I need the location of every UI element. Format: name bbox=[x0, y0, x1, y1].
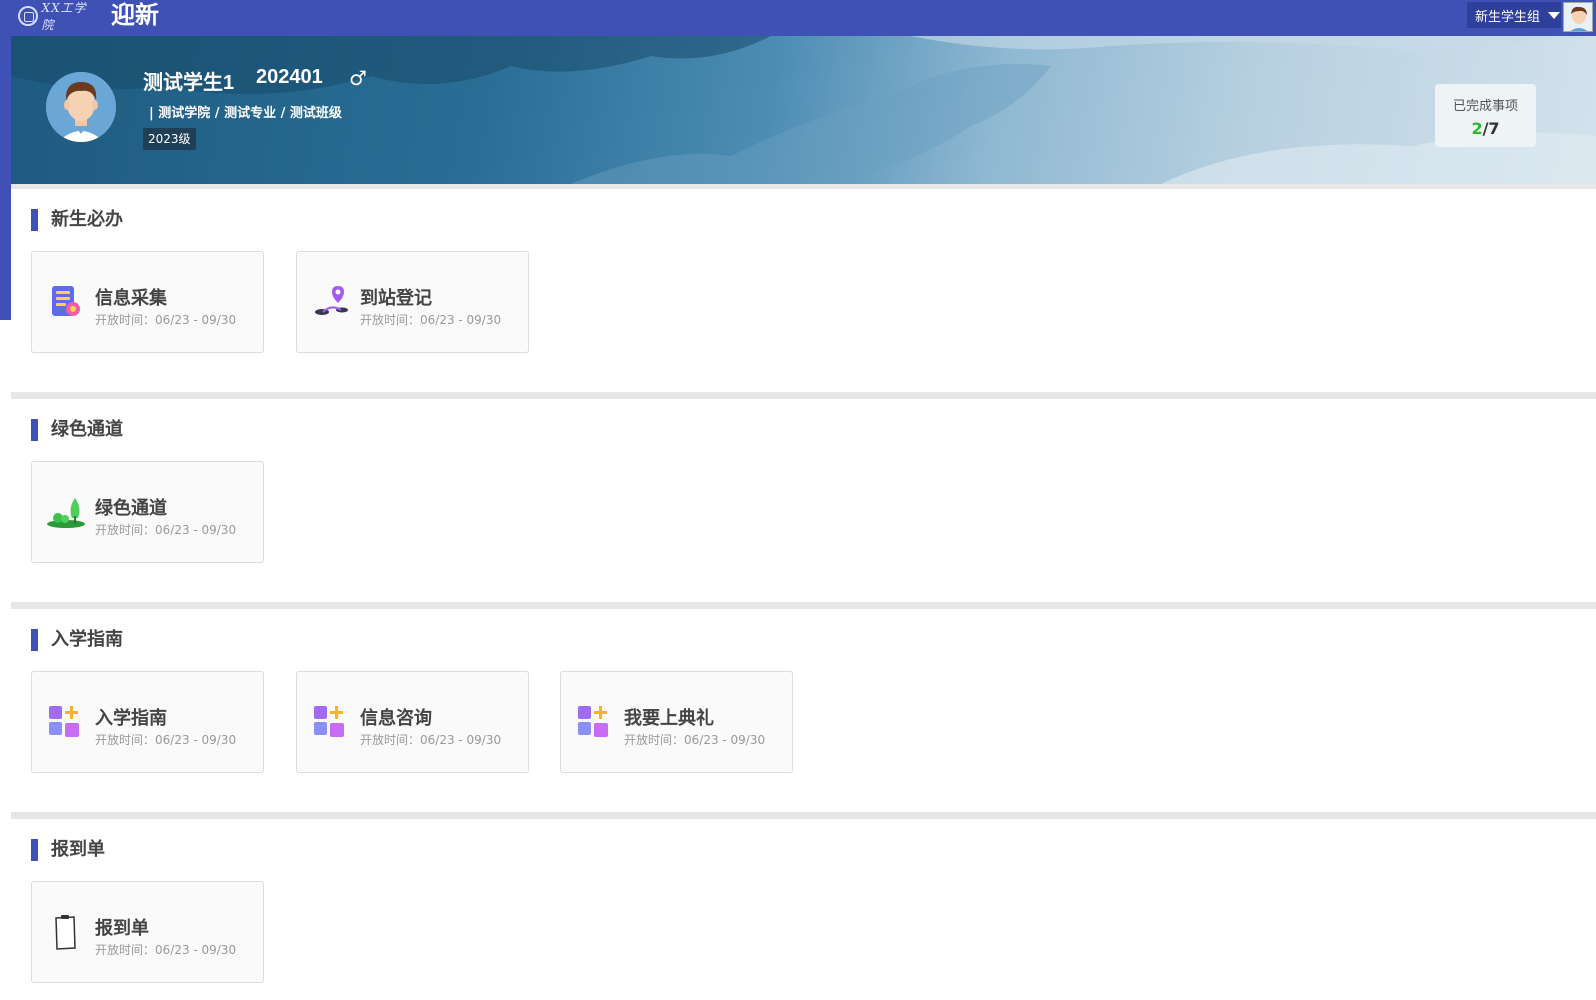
card-title: 到站登记 bbox=[360, 288, 432, 309]
app-grid-plus-icon bbox=[578, 706, 608, 737]
school-logo[interactable]: XX工学院 bbox=[18, 1, 98, 32]
task-card-station-registration[interactable]: 到站登记 开放时间：06/23 - 09/30 bbox=[296, 251, 529, 353]
card-title: 信息采集 bbox=[95, 288, 167, 309]
school-logo-text: XX工学院 bbox=[41, 1, 87, 32]
app-grid-plus-icon bbox=[314, 706, 344, 737]
top-navigation-bar: XX工学院 迎新 新生学生组 bbox=[0, 0, 1596, 36]
college-major-class-path: | 测试学院 / 测试专业 / 测试班级 bbox=[149, 106, 342, 121]
role-dropdown-value: 新生学生组 bbox=[1475, 9, 1541, 25]
task-card-enrollment-guide[interactable]: 入学指南 开放时间：06/23 - 09/30 bbox=[31, 671, 264, 773]
section-title: 报到单 bbox=[31, 839, 105, 861]
card-title: 我要上典礼 bbox=[624, 708, 714, 729]
card-title: 入学指南 bbox=[95, 708, 167, 729]
card-open-time: 开放时间：06/23 - 09/30 bbox=[95, 733, 237, 747]
total-count: 7 bbox=[1488, 119, 1500, 138]
card-open-time: 开放时间：06/23 - 09/30 bbox=[95, 313, 237, 327]
section-required-tasks: 新生必办 信息采集 开放时间：06/23 - 09/30 到站登记 开放时间：0… bbox=[11, 189, 1596, 392]
school-seal-icon bbox=[18, 6, 38, 26]
section-green-channel: 绿色通道 绿色通道 开放时间：06/23 - 09/30 bbox=[11, 399, 1596, 602]
task-card-green-channel[interactable]: 绿色通道 开放时间：06/23 - 09/30 bbox=[31, 461, 264, 563]
completed-count: 2 bbox=[1471, 119, 1483, 138]
card-open-time: 开放时间：06/23 - 09/30 bbox=[360, 313, 502, 327]
task-card-info-consultation[interactable]: 信息咨询 开放时间：06/23 - 09/30 bbox=[296, 671, 529, 773]
grade-badge: 2023级 bbox=[143, 128, 196, 150]
completed-items-label: 已完成事项 bbox=[1452, 99, 1518, 114]
male-gender-icon: ♂ bbox=[349, 66, 367, 90]
section-enrollment-guide: 入学指南 入学指南 开放时间：06/23 - 09/30 信息咨询 开放时间：0… bbox=[11, 609, 1596, 812]
card-open-time: 开放时间：06/23 - 09/30 bbox=[624, 733, 766, 747]
caret-down-icon bbox=[1548, 11, 1561, 19]
completed-items-count: 2/7 bbox=[1435, 119, 1536, 138]
card-open-time: 开放时间：06/23 - 09/30 bbox=[95, 943, 237, 957]
student-avatar-icon bbox=[46, 72, 116, 142]
trees-icon bbox=[47, 498, 85, 528]
student-id: 202401 bbox=[256, 66, 323, 88]
user-avatar[interactable] bbox=[1563, 2, 1593, 32]
task-card-ceremony[interactable]: 我要上典礼 开放时间：06/23 - 09/30 bbox=[560, 671, 793, 773]
card-title: 报到单 bbox=[95, 918, 149, 939]
section-registration-form: 报到单 报到单 开放时间：06/23 - 09/30 bbox=[11, 819, 1596, 1000]
card-open-time: 开放时间：06/23 - 09/30 bbox=[360, 733, 502, 747]
app-title: 迎新 bbox=[111, 1, 159, 29]
section-title: 新生必办 bbox=[31, 209, 123, 231]
app-grid-plus-icon bbox=[49, 706, 79, 737]
clipboard-checklist-icon bbox=[52, 286, 80, 316]
card-title: 信息咨询 bbox=[360, 708, 432, 729]
clipboard-icon bbox=[55, 915, 76, 950]
task-card-info-collection[interactable]: 信息采集 开放时间：06/23 - 09/30 bbox=[31, 251, 264, 353]
profile-banner: 测试学生1 202401 ♂ | 测试学院 / 测试专业 / 测试班级 2023… bbox=[11, 36, 1596, 184]
map-pin-route-icon bbox=[315, 286, 348, 315]
role-dropdown[interactable]: 新生学生组 bbox=[1467, 2, 1561, 28]
student-avatar bbox=[46, 72, 116, 142]
user-avatar-icon bbox=[1564, 3, 1592, 31]
section-title: 入学指南 bbox=[31, 629, 123, 651]
card-open-time: 开放时间：06/23 - 09/30 bbox=[95, 523, 237, 537]
main-panel: 测试学生1 202401 ♂ | 测试学院 / 测试专业 / 测试班级 2023… bbox=[11, 36, 1596, 1000]
card-title: 绿色通道 bbox=[95, 498, 167, 519]
completed-items-summary: 已完成事项 2/7 bbox=[1435, 84, 1536, 147]
section-title: 绿色通道 bbox=[31, 419, 123, 441]
student-name: 测试学生1 bbox=[143, 72, 235, 94]
task-card-registration-form[interactable]: 报到单 开放时间：06/23 - 09/30 bbox=[31, 881, 264, 983]
